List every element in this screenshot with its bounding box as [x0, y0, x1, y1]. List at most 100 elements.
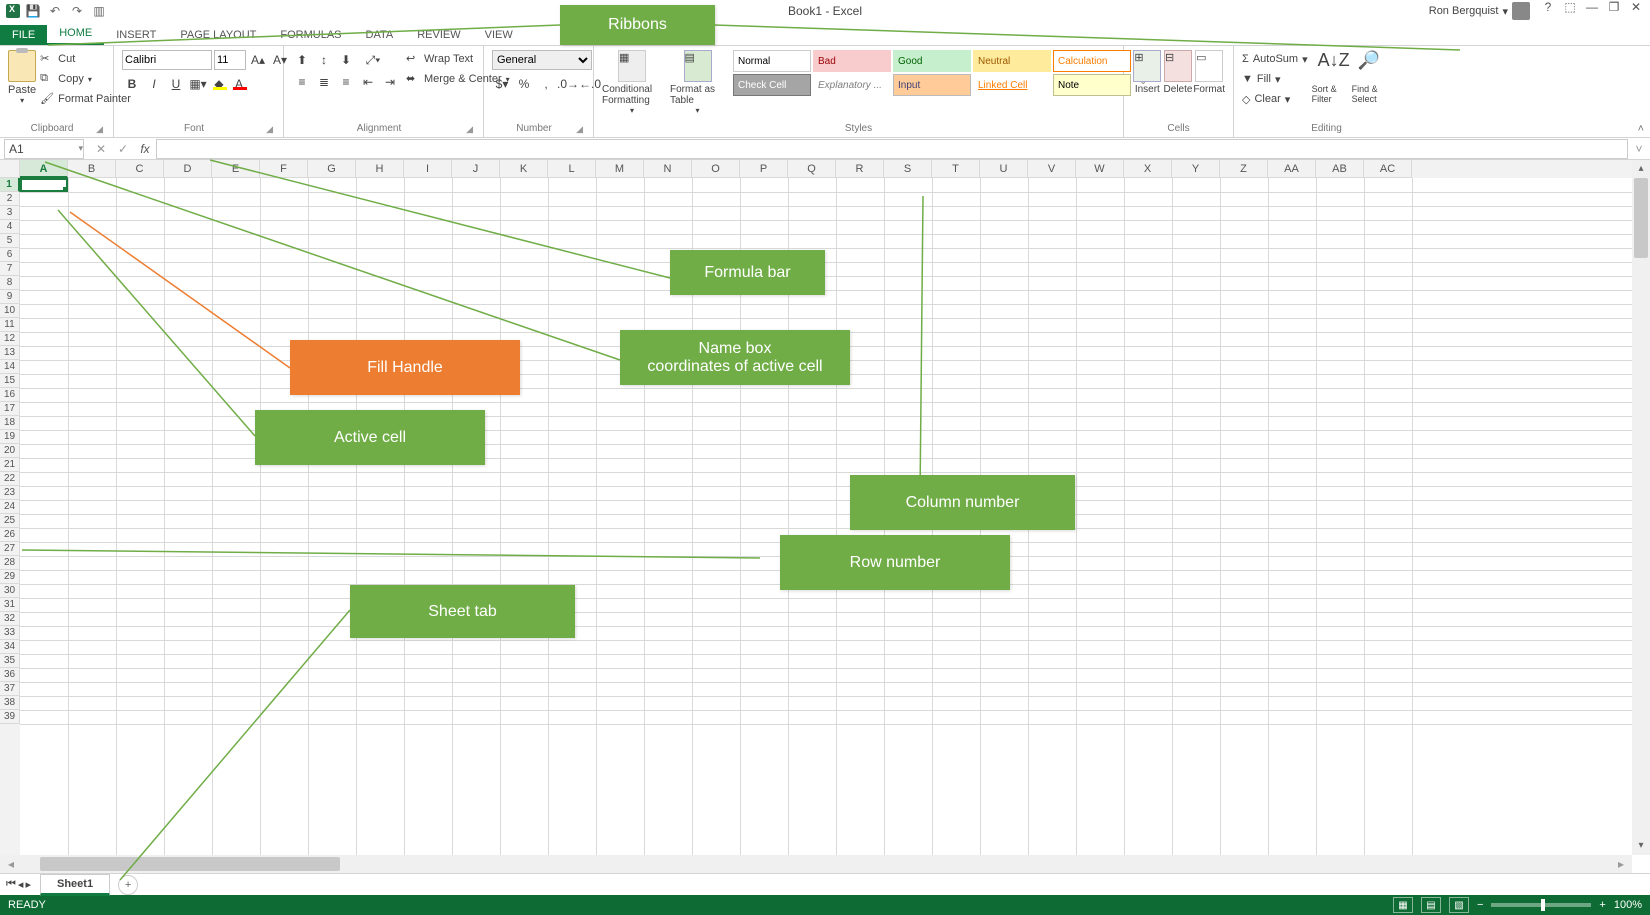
- column-header[interactable]: W: [1076, 160, 1124, 178]
- underline-button[interactable]: U: [166, 74, 186, 94]
- row-header[interactable]: 14: [0, 360, 20, 374]
- cell-style-option[interactable]: Input: [893, 74, 971, 96]
- row-header[interactable]: 3: [0, 206, 20, 220]
- select-all-triangle[interactable]: [0, 160, 20, 178]
- dialog-launcher-icon[interactable]: ◢: [96, 121, 103, 137]
- qat-undo[interactable]: ↶: [46, 2, 64, 20]
- row-header[interactable]: 23: [0, 486, 20, 500]
- column-header[interactable]: M: [596, 160, 644, 178]
- delete-cells-button[interactable]: ⊟Delete: [1163, 50, 1194, 95]
- enter-formula-icon[interactable]: ✓: [112, 142, 134, 156]
- zoom-slider[interactable]: [1491, 903, 1591, 907]
- row-header[interactable]: 11: [0, 318, 20, 332]
- row-header[interactable]: 35: [0, 654, 20, 668]
- vertical-scroll-thumb[interactable]: [1634, 178, 1648, 258]
- cell-style-option[interactable]: Bad: [813, 50, 891, 72]
- font-color-button[interactable]: A: [230, 75, 248, 93]
- italic-button[interactable]: I: [144, 74, 164, 94]
- increase-decimal-icon[interactable]: .0→: [558, 74, 578, 94]
- active-cell[interactable]: [20, 178, 68, 192]
- user-area[interactable]: Ron Bergquist▾: [1429, 2, 1530, 20]
- column-header[interactable]: N: [644, 160, 692, 178]
- column-header[interactable]: D: [164, 160, 212, 178]
- qat-redo[interactable]: ↷: [68, 2, 86, 20]
- tab-file[interactable]: FILE: [0, 25, 47, 45]
- collapse-ribbon-icon[interactable]: ˄: [1638, 123, 1644, 135]
- row-header[interactable]: 19: [0, 430, 20, 444]
- row-header[interactable]: 34: [0, 640, 20, 654]
- row-header[interactable]: 8: [0, 276, 20, 290]
- format-as-table-button[interactable]: ▤ Format as Table▾: [670, 50, 725, 115]
- row-header[interactable]: 29: [0, 570, 20, 584]
- row-header[interactable]: 30: [0, 584, 20, 598]
- column-header[interactable]: K: [500, 160, 548, 178]
- autosum-button[interactable]: Σ AutoSum ▾: [1242, 50, 1308, 68]
- qat-customize[interactable]: ▥: [90, 2, 108, 20]
- row-header[interactable]: 24: [0, 500, 20, 514]
- row-header[interactable]: 2: [0, 192, 20, 206]
- qat-save[interactable]: 💾: [24, 2, 42, 20]
- close-icon[interactable]: ✕: [1626, 0, 1646, 14]
- column-header[interactable]: F: [260, 160, 308, 178]
- font-name-select[interactable]: [122, 50, 212, 70]
- horizontal-scrollbar[interactable]: [40, 857, 1592, 871]
- tab-insert[interactable]: INSERT: [104, 25, 168, 45]
- expand-formula-bar-icon[interactable]: ˅: [1628, 142, 1650, 156]
- align-left-icon[interactable]: ≡: [292, 72, 312, 92]
- paste-button[interactable]: Paste ▾: [8, 50, 36, 105]
- number-format-select[interactable]: General: [492, 50, 592, 70]
- column-header[interactable]: AB: [1316, 160, 1364, 178]
- column-header[interactable]: S: [884, 160, 932, 178]
- row-header[interactable]: 21: [0, 458, 20, 472]
- cell-style-option[interactable]: Good: [893, 50, 971, 72]
- column-header[interactable]: X: [1124, 160, 1172, 178]
- column-header[interactable]: P: [740, 160, 788, 178]
- row-header[interactable]: 28: [0, 556, 20, 570]
- fill-color-button[interactable]: ◆: [210, 75, 228, 93]
- font-size-select[interactable]: [214, 50, 246, 70]
- new-sheet-button[interactable]: +: [118, 875, 138, 895]
- row-header[interactable]: 4: [0, 220, 20, 234]
- tab-page-layout[interactable]: PAGE LAYOUT: [168, 25, 268, 45]
- dialog-launcher-icon[interactable]: ◢: [266, 121, 273, 137]
- sheet-nav-next-icon[interactable]: ▸: [25, 878, 31, 891]
- increase-font-icon[interactable]: A▴: [248, 50, 268, 70]
- column-header[interactable]: C: [116, 160, 164, 178]
- cell-style-option[interactable]: Note: [1053, 74, 1131, 96]
- help-icon[interactable]: ?: [1538, 0, 1558, 14]
- row-header[interactable]: 12: [0, 332, 20, 346]
- column-header[interactable]: T: [932, 160, 980, 178]
- align-center-icon[interactable]: ≣: [314, 72, 334, 92]
- normal-view-icon[interactable]: ▦: [1393, 897, 1413, 913]
- clear-button[interactable]: ◇ Clear ▾: [1242, 90, 1308, 108]
- zoom-level[interactable]: 100%: [1614, 899, 1642, 911]
- row-header[interactable]: 31: [0, 598, 20, 612]
- dialog-launcher-icon[interactable]: ◢: [466, 121, 473, 137]
- zoom-in-icon[interactable]: +: [1599, 899, 1605, 911]
- row-header[interactable]: 13: [0, 346, 20, 360]
- column-header[interactable]: AA: [1268, 160, 1316, 178]
- column-header[interactable]: I: [404, 160, 452, 178]
- ribbon-display-options-icon[interactable]: ⬚: [1560, 0, 1580, 14]
- cells-area[interactable]: [20, 178, 1632, 855]
- row-header[interactable]: 18: [0, 416, 20, 430]
- column-header[interactable]: G: [308, 160, 356, 178]
- column-header[interactable]: H: [356, 160, 404, 178]
- row-header[interactable]: 1: [0, 178, 20, 192]
- align-right-icon[interactable]: ≡: [336, 72, 356, 92]
- spreadsheet-grid[interactable]: ABCDEFGHIJKLMNOPQRSTUVWXYZAAABAC 1234567…: [0, 160, 1650, 873]
- cell-style-option[interactable]: Neutral: [973, 50, 1051, 72]
- row-header[interactable]: 32: [0, 612, 20, 626]
- cell-style-option[interactable]: Explanatory ...: [813, 74, 891, 96]
- column-header[interactable]: E: [212, 160, 260, 178]
- scroll-right-icon[interactable]: ▸: [1610, 857, 1632, 871]
- column-header[interactable]: O: [692, 160, 740, 178]
- cell-style-option[interactable]: Normal: [733, 50, 811, 72]
- row-header[interactable]: 37: [0, 682, 20, 696]
- format-cells-button[interactable]: ▭Format: [1193, 50, 1225, 95]
- row-header[interactable]: 6: [0, 248, 20, 262]
- zoom-out-icon[interactable]: −: [1477, 899, 1483, 911]
- row-header[interactable]: 27: [0, 542, 20, 556]
- fx-icon[interactable]: fx: [134, 142, 156, 156]
- align-top-icon[interactable]: ⬆: [292, 50, 312, 70]
